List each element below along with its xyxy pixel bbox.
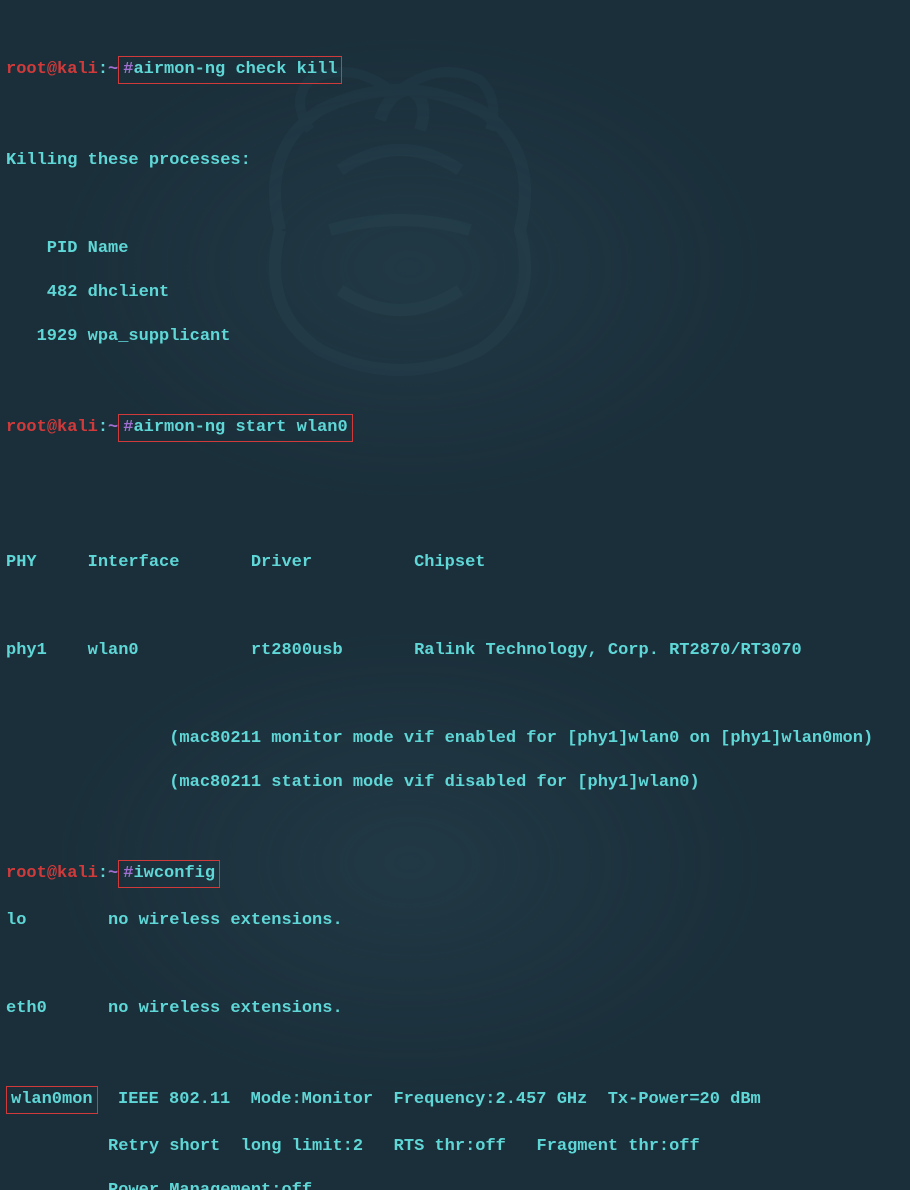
output-wlan-details: IEEE 802.11 Mode:Monitor Frequency:2.457… <box>98 1090 761 1109</box>
blank-line <box>6 596 904 618</box>
output-phy-row: phy1 wlan0 rt2800usb Ralink Technology, … <box>6 640 904 662</box>
prompt-hash: # <box>123 60 133 79</box>
prompt-user: root <box>6 60 47 79</box>
output-pid-header: PID Name <box>6 238 904 260</box>
highlight-box-cmd3: #iwconfig <box>118 860 220 888</box>
output-phy-header: PHY Interface Driver Chipset <box>6 552 904 574</box>
prompt-colon: : <box>98 418 108 437</box>
command-3: iwconfig <box>133 864 215 883</box>
blank-line <box>6 816 904 838</box>
highlight-box-cmd1: #airmon-ng check kill <box>118 56 342 84</box>
output-lo: lo no wireless extensions. <box>6 910 904 932</box>
prompt-tilde: ~ <box>108 60 118 79</box>
prompt-host: kali <box>57 60 98 79</box>
prompt-at: @ <box>47 418 57 437</box>
blank-line <box>6 954 904 976</box>
output-pid-wpasupplicant: 1929 wpa_supplicant <box>6 326 904 348</box>
terminal-content[interactable]: root@kali:~#airmon-ng check kill Killing… <box>6 12 904 1190</box>
output-mac80211-enabled: (mac80211 monitor mode vif enabled for [… <box>6 728 904 750</box>
output-mac80211-disabled: (mac80211 station mode vif disabled for … <box>6 772 904 794</box>
output-wlan-power: Power Management:off <box>6 1180 904 1190</box>
output-killing-processes: Killing these processes: <box>6 150 904 172</box>
blank-line <box>6 194 904 216</box>
output-wlan-retry: Retry short long limit:2 RTS thr:off Fra… <box>6 1136 904 1158</box>
prompt-tilde: ~ <box>108 418 118 437</box>
command-1: airmon-ng check kill <box>133 60 337 79</box>
prompt-user: root <box>6 418 47 437</box>
output-wlan0mon-line: wlan0mon IEEE 802.11 Mode:Monitor Freque… <box>6 1086 904 1114</box>
blank-line <box>6 684 904 706</box>
prompt-host: kali <box>57 864 98 883</box>
highlight-box-cmd2: #airmon-ng start wlan0 <box>118 414 352 442</box>
blank-line <box>6 464 904 486</box>
blank-line <box>6 508 904 530</box>
prompt-hash: # <box>123 864 133 883</box>
prompt-user: root <box>6 864 47 883</box>
highlight-box-wlan0mon: wlan0mon <box>6 1086 98 1114</box>
blank-line <box>6 106 904 128</box>
prompt-line-3: root@kali:~#iwconfig <box>6 860 904 888</box>
prompt-colon: : <box>98 60 108 79</box>
prompt-at: @ <box>47 864 57 883</box>
blank-line <box>6 370 904 392</box>
command-2: airmon-ng start wlan0 <box>133 418 347 437</box>
prompt-hash: # <box>123 418 133 437</box>
prompt-line-2: root@kali:~#airmon-ng start wlan0 <box>6 414 904 442</box>
blank-line <box>6 1042 904 1064</box>
output-pid-dhclient: 482 dhclient <box>6 282 904 304</box>
output-eth0: eth0 no wireless extensions. <box>6 998 904 1020</box>
prompt-line-1: root@kali:~#airmon-ng check kill <box>6 56 904 84</box>
prompt-tilde: ~ <box>108 864 118 883</box>
prompt-at: @ <box>47 60 57 79</box>
prompt-colon: : <box>98 864 108 883</box>
prompt-host: kali <box>57 418 98 437</box>
